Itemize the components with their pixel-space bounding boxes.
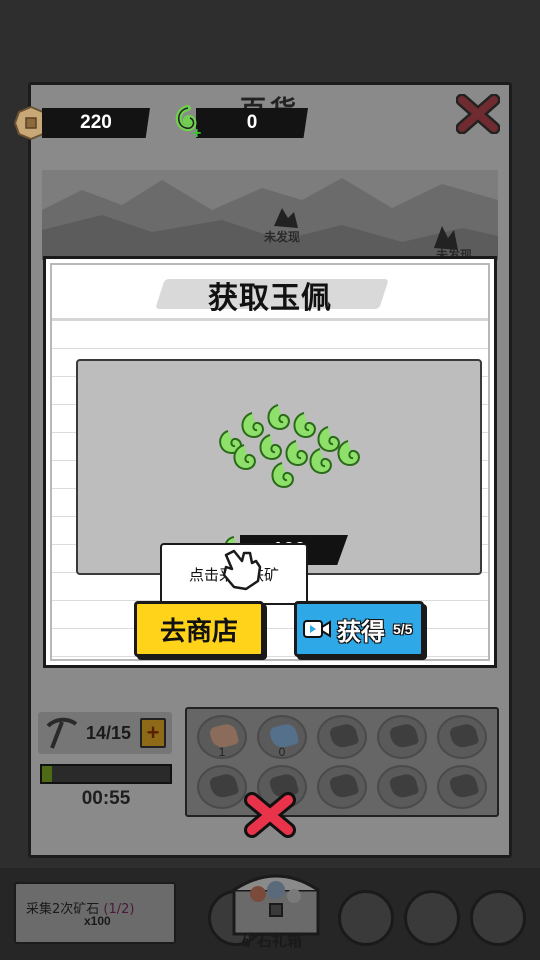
- close-icon[interactable]: [244, 792, 296, 838]
- dialog-title-band: 获取玉佩: [52, 265, 488, 321]
- ore-icon: [388, 722, 420, 750]
- task-reward: x100: [84, 914, 111, 928]
- task-text: 采集2次矿石 (1/2): [26, 898, 135, 917]
- regen-progress-fill: [42, 766, 53, 782]
- ore-icon: [208, 772, 240, 800]
- ore-icon: [388, 772, 420, 800]
- ore-icon: [328, 772, 360, 800]
- ore-count: 1: [218, 745, 226, 759]
- undiscovered-label-1: 未发现: [264, 230, 301, 244]
- ore-slot[interactable]: [377, 715, 427, 759]
- ore-slot[interactable]: 1: [197, 715, 247, 759]
- ore-slot[interactable]: [377, 765, 427, 809]
- bottom-round-button-4[interactable]: [470, 890, 526, 946]
- ore-icon: [328, 722, 360, 750]
- jade-pile-icon: [219, 404, 360, 489]
- regen-progress-bar: [40, 764, 172, 784]
- jade-counter: 0: [196, 108, 308, 138]
- ore-slot[interactable]: [317, 715, 367, 759]
- ore-slot[interactable]: [197, 765, 247, 809]
- jade-add-icon[interactable]: +: [172, 104, 206, 140]
- ore-count: 0: [278, 745, 286, 759]
- ore-inventory-grid: 10: [185, 707, 499, 817]
- bottom-round-button-2[interactable]: [338, 890, 394, 946]
- coin-counter: 220: [42, 108, 150, 138]
- background-close-icon: [456, 94, 500, 134]
- mountains-illustration: [42, 178, 498, 260]
- jade-display-area: 100 点击采取铁矿: [76, 359, 482, 627]
- get-jade-dialog: 获取玉佩 100: [43, 256, 497, 668]
- ore-slot[interactable]: [437, 765, 487, 809]
- ore-chest-label: 矿石礼箱: [241, 932, 302, 950]
- background-map: 未发现 未发现: [42, 170, 498, 260]
- ore-icon: [448, 772, 480, 800]
- video-ad-icon: [303, 620, 331, 638]
- ore-slot[interactable]: [317, 765, 367, 809]
- pickaxe-icon: [46, 717, 78, 749]
- ore-slot[interactable]: 0: [257, 715, 307, 759]
- svg-text:+: +: [192, 125, 201, 140]
- ore-chest-icon[interactable]: [224, 860, 328, 940]
- regen-timer: 00:55: [81, 788, 131, 809]
- dialog-title: 获取玉佩: [208, 281, 332, 316]
- pickaxe-counter: 14/15 +: [38, 712, 172, 754]
- get-remaining-count: 5/5: [393, 621, 413, 637]
- get-jade-video-button[interactable]: 获得 5/5: [294, 601, 424, 657]
- add-pickaxe-button[interactable]: +: [140, 718, 166, 748]
- tutorial-hand-icon: [222, 549, 262, 591]
- dialog-body: 获取玉佩 100: [50, 263, 490, 661]
- go-to-shop-button[interactable]: 去商店: [134, 601, 264, 657]
- ore-slot[interactable]: [437, 715, 487, 759]
- bottom-round-button-3[interactable]: [404, 890, 460, 946]
- get-button-label: 获得: [337, 617, 385, 646]
- pickaxe-count: 14/15: [86, 722, 132, 743]
- ore-icon: [448, 722, 480, 750]
